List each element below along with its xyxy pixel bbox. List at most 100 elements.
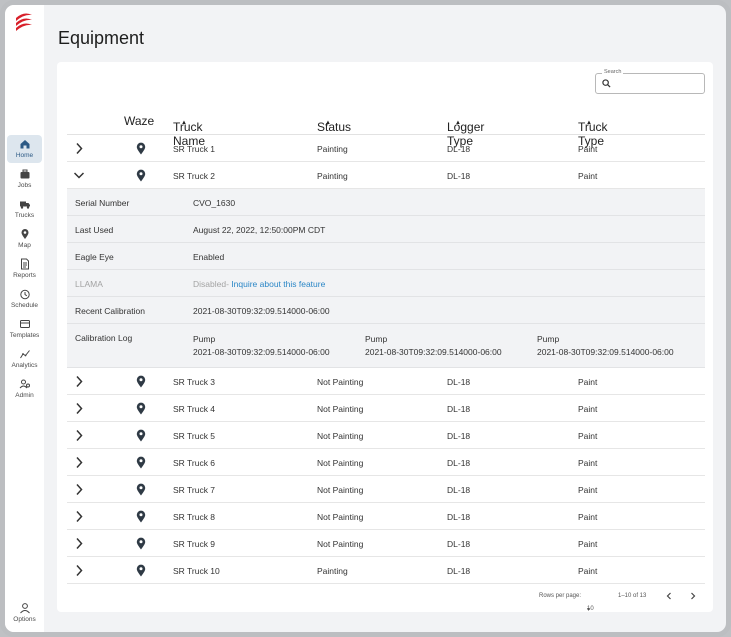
status-cell: Not Painting [317,377,364,387]
logger-type-cell: DL-18 [447,404,471,414]
chevron-right-icon[interactable] [74,402,84,415]
waze-location-icon[interactable] [136,456,146,469]
waze-location-icon[interactable] [136,564,146,577]
logger-type-cell: DL-18 [447,512,471,522]
truck-details: Serial Number CVO_1630 Last Used August … [67,189,705,368]
table-row[interactable]: SR Truck 9 Not Painting DL-18 Paint [67,530,705,557]
chevron-right-icon[interactable] [74,429,84,442]
truck-type-cell: Paint [578,404,598,414]
truck-name-cell: SR Truck 1 [173,144,216,154]
truck-name-cell: SR Truck 6 [173,458,216,468]
sidebar-item-label: Analytics [11,362,38,369]
table-header: Waze Truck Name ▲ Status ▲ Logger Type ▲ Tr… [67,108,705,148]
status-cell: Painting [317,566,348,576]
detail-value: Disabled- Inquire about this feature [193,279,325,289]
table-row[interactable]: SR Truck 3 Not Painting DL-18 Paint [67,368,705,395]
truck-name-cell: SR Truck 2 [173,171,216,181]
table-row[interactable]: SR Truck 6 Not Painting DL-18 Paint [67,449,705,476]
table-row[interactable]: SR Truck 5 Not Painting DL-18 Paint [67,422,705,449]
table-row[interactable]: SR Truck 2 Painting DL-18 Paint [67,162,705,189]
logger-type-cell: DL-18 [447,431,471,441]
waze-location-icon[interactable] [136,169,146,182]
equipment-card: Search Waze Truck Name ▲ Status ▲ Logger T… [57,62,713,613]
truck-type-cell: Paint [578,566,598,576]
sidebar-item-map[interactable]: Map [7,225,42,253]
sidebar-item-label: Home [15,152,34,159]
table-row[interactable]: SR Truck 1 Painting DL-18 Paint [67,135,705,162]
truck-type-cell: Paint [578,512,598,522]
waze-location-icon[interactable] [136,483,146,496]
chevron-right-icon[interactable] [74,537,84,550]
chevron-right-icon[interactable] [74,483,84,496]
inquire-link[interactable]: Inquire about this feature [231,279,325,289]
log-entry-name: Pump [193,334,216,344]
waze-location-icon[interactable] [136,429,146,442]
truck-name-cell: SR Truck 9 [173,539,216,549]
waze-location-icon[interactable] [136,510,146,523]
sidebar-item-jobs[interactable]: Jobs [7,165,42,193]
detail-value: 2021-08-30T09:32:09.514000-06:00 [193,306,330,316]
waze-location-icon[interactable] [136,402,146,415]
user-icon [19,603,30,614]
sidebar: Home Jobs Trucks Map Reports Schedule Template… [5,5,44,632]
sidebar-item-label: Reports [13,272,36,279]
status-cell: Not Painting [317,539,364,549]
sidebar-item-admin[interactable]: Admin [7,375,42,403]
waze-location-icon[interactable] [136,537,146,550]
sidebar-item-analytics[interactable]: Analytics [7,345,42,373]
sidebar-item-options[interactable]: Options [7,599,42,627]
chevron-right-icon[interactable] [688,591,698,601]
search-input[interactable]: Search [595,69,705,94]
truck-name-cell: SR Truck 8 [173,512,216,522]
sidebar-item-home[interactable]: Home [7,135,42,163]
table-row[interactable]: SR Truck 7 Not Painting DL-18 Paint [67,476,705,503]
detail-row-eagle-eye: Eagle Eye Enabled [67,243,705,270]
sidebar-item-label: Templates [9,332,40,339]
logo-icon [16,13,32,31]
logger-type-cell: DL-18 [447,539,471,549]
sort-asc-icon[interactable]: ▲ [455,120,461,126]
log-entry-time: 2021-08-30T09:32:09.514000-06:00 [365,347,502,357]
sidebar-item-trucks[interactable]: Trucks [7,195,42,223]
equipment-table: Waze Truck Name ▲ Status ▲ Logger Type ▲ Tr… [67,108,705,584]
sort-asc-icon[interactable]: ▲ [181,120,187,126]
sidebar-item-templates[interactable]: Templates [7,315,42,343]
detail-label: Serial Number [75,198,130,208]
sidebar-item-label: Map [18,242,31,249]
truck-type-cell: Paint [578,377,598,387]
status-cell: Not Painting [317,485,364,495]
llama-status: Disabled- [193,279,229,289]
log-entry-name: Pump [537,334,560,344]
chevron-right-icon[interactable] [74,375,84,388]
calibration-log-entry: Pump 2021-08-30T09:32:09.514000-06:00 [365,333,502,359]
truck-type-cell: Paint [578,431,598,441]
chevron-left-icon[interactable] [664,591,674,601]
sort-asc-icon[interactable]: ▲ [325,120,331,126]
truck-type-cell: Paint [578,485,598,495]
waze-location-icon[interactable] [136,142,146,155]
status-cell: Not Painting [317,404,364,414]
log-entry-time: 2021-08-30T09:32:09.514000-06:00 [537,347,674,357]
sort-asc-icon[interactable]: ▲ [586,120,592,126]
sidebar-item-reports[interactable]: Reports [7,255,42,283]
chevron-right-icon[interactable] [74,142,84,155]
truck-name-cell: SR Truck 3 [173,377,216,387]
chevron-right-icon[interactable] [74,510,84,523]
sidebar-item-label: Options [13,616,36,623]
chevron-right-icon[interactable] [74,456,84,469]
chevron-down-icon[interactable] [74,169,84,182]
logger-type-cell: DL-18 [447,377,471,387]
logger-type-cell: DL-18 [447,485,471,495]
logger-type-cell: DL-18 [447,171,471,181]
detail-row-llama: LLAMA Disabled- Inquire about this featu… [67,270,705,297]
detail-row-serial: Serial Number CVO_1630 [67,189,705,216]
waze-location-icon[interactable] [136,375,146,388]
sidebar-item-schedule[interactable]: Schedule [7,285,42,313]
detail-value: Enabled [193,252,225,262]
report-icon [20,258,29,270]
table-row[interactable]: SR Truck 8 Not Painting DL-18 Paint [67,503,705,530]
truck-type-cell: Paint [578,458,598,468]
table-row[interactable]: SR Truck 4 Not Painting DL-18 Paint [67,395,705,422]
status-cell: Not Painting [317,458,364,468]
chevron-right-icon[interactable] [74,564,84,577]
